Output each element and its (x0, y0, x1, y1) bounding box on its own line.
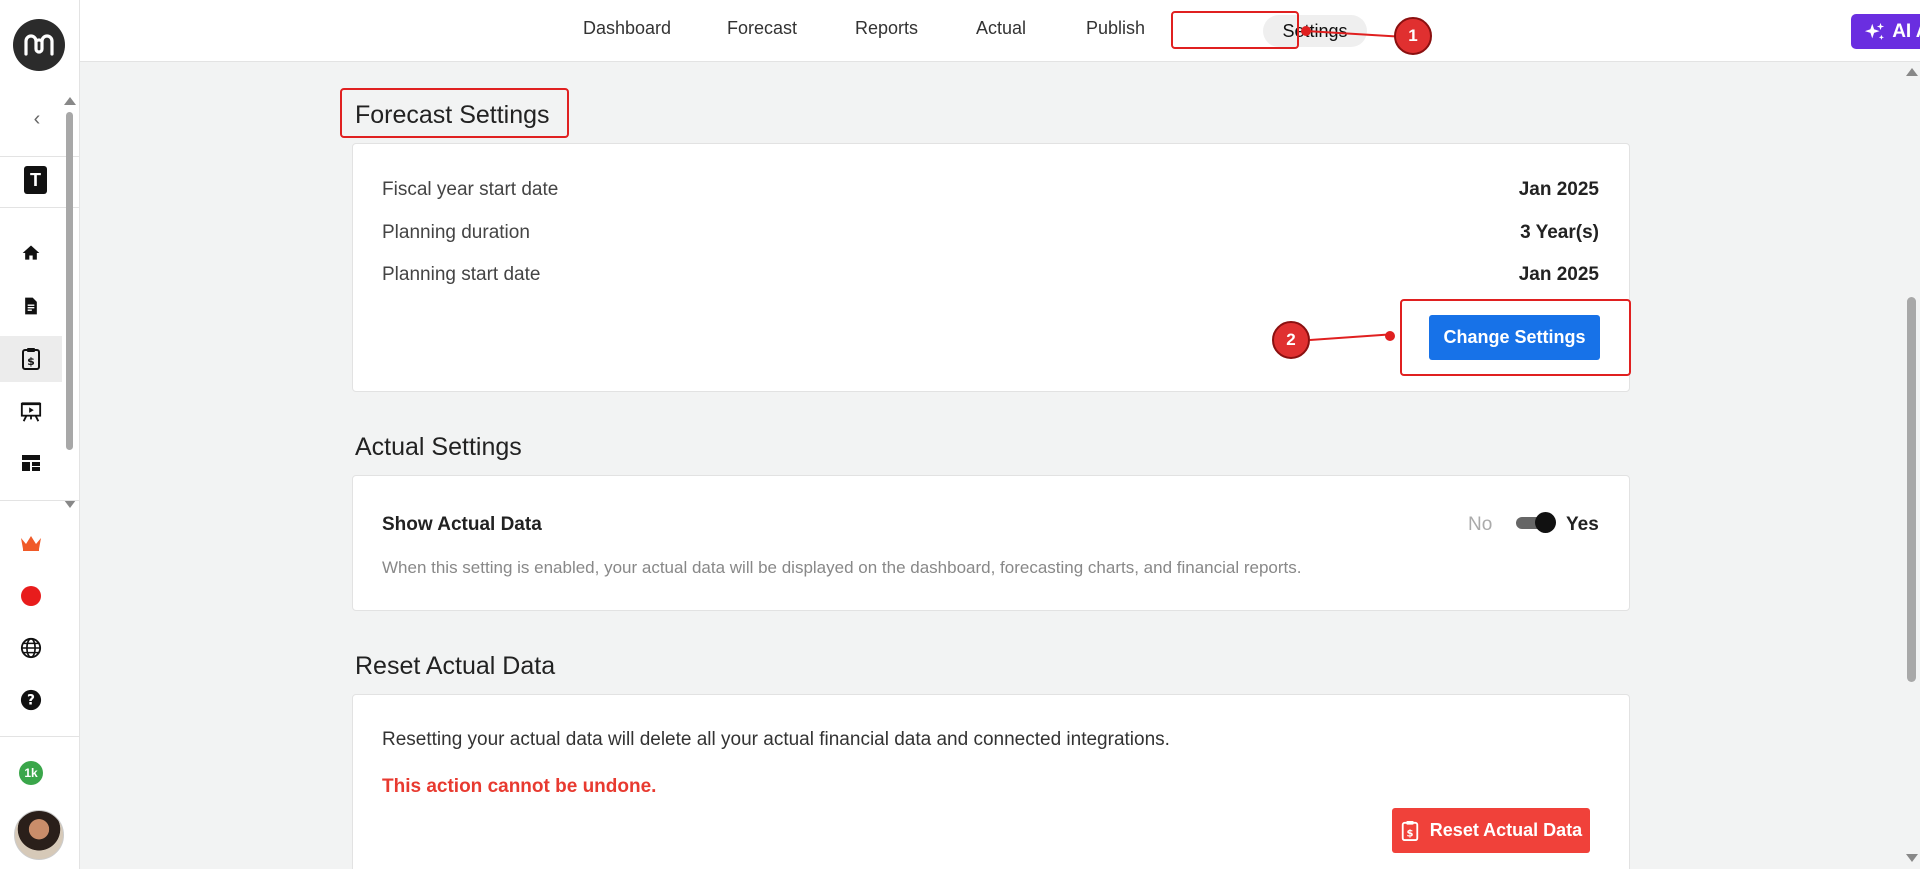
toggle-yes-label: Yes (1566, 514, 1599, 535)
sidebar-item-notifications[interactable]: 1k (0, 750, 62, 796)
sidebar-item-forecast[interactable]: $ (0, 336, 62, 382)
main-scrollbar[interactable] (1903, 62, 1920, 869)
reset-actual-data-title: Reset Actual Data (355, 652, 556, 680)
notification-count-badge: 1k (19, 761, 43, 785)
top-nav: Dashboard Forecast Reports Actual Publis… (80, 0, 1920, 62)
planning-duration-value: 3 Year(s) (1520, 222, 1599, 243)
document-icon (25, 297, 37, 315)
sidebar-item-language[interactable] (0, 625, 62, 671)
sparkle-icon (1865, 22, 1885, 40)
toggle-no-label: No (1468, 514, 1493, 535)
svg-text:?: ? (27, 693, 35, 709)
sidebar-item-upgrade[interactable] (0, 520, 62, 566)
tab-reports[interactable]: Reports (855, 18, 918, 39)
actual-settings-title: Actual Settings (355, 433, 522, 461)
tab-actual[interactable]: Actual (976, 18, 1026, 39)
ai-assist-button[interactable]: AI Assist (1851, 14, 1920, 49)
avatar[interactable] (14, 810, 64, 860)
divider (0, 736, 80, 737)
show-actual-data-description: When this setting is enabled, your actua… (382, 558, 1302, 577)
tab-publish[interactable]: Publish (1086, 18, 1145, 39)
app-logo-icon[interactable] (13, 19, 65, 71)
reset-warning: This action cannot be undone. (382, 776, 657, 797)
tab-forecast[interactable]: Forecast (727, 18, 797, 39)
sidebar-item-home[interactable] (0, 230, 62, 276)
sidebar-item-record[interactable] (0, 573, 62, 619)
svg-text:$: $ (27, 355, 35, 368)
annotation-number-2: 2 (1272, 321, 1310, 359)
show-actual-data-label: Show Actual Data (382, 514, 542, 535)
planning-start-label: Planning start date (382, 264, 541, 285)
scroll-up-icon[interactable] (1906, 68, 1918, 76)
planning-start-value: Jan 2025 (1518, 264, 1599, 285)
globe-icon (20, 637, 42, 659)
sidebar-item-dashboards[interactable] (0, 440, 62, 486)
collapse-sidebar-icon[interactable]: ‹ (26, 108, 48, 130)
planning-duration-label: Planning duration (382, 222, 530, 243)
crown-icon (21, 536, 41, 551)
change-settings-button[interactable]: Change Settings (1429, 315, 1600, 360)
divider (0, 500, 80, 501)
fiscal-year-start-label: Fiscal year start date (382, 179, 559, 200)
workspace-badge[interactable]: T (24, 166, 47, 194)
scroll-down-icon[interactable] (1906, 854, 1918, 862)
actual-settings-card: Show Actual Data No Yes When this settin… (352, 475, 1630, 611)
reset-description: Resetting your actual data will delete a… (382, 729, 1170, 750)
fiscal-year-start-value: Jan 2025 (1518, 179, 1599, 200)
presentation-icon (20, 402, 42, 422)
tab-dashboard[interactable]: Dashboard (583, 18, 671, 39)
svg-text:$: $ (1406, 828, 1413, 839)
forecast-settings-title: Forecast Settings (355, 101, 550, 129)
reset-actual-data-button[interactable]: $ Reset Actual Data (1392, 808, 1590, 853)
sidebar-scrollbar[interactable] (64, 96, 74, 506)
dollar-clipboard-icon: $ (1401, 820, 1418, 841)
sidebar: ‹ T $ ? 1k (0, 0, 80, 869)
sidebar-item-documents[interactable] (0, 283, 62, 329)
record-icon (21, 586, 41, 606)
annotation-highlight-settings (1171, 11, 1299, 49)
reset-button-label: Reset Actual Data (1429, 820, 1583, 840)
sidebar-item-presentations[interactable] (0, 389, 62, 435)
ai-assist-label: AI Assist (1892, 20, 1920, 42)
dollar-clipboard-icon: $ (22, 348, 40, 370)
sidebar-item-help[interactable]: ? (0, 677, 62, 723)
annotation-number-1: 1 (1394, 17, 1432, 55)
help-icon: ? (20, 689, 42, 711)
dashboard-icon (22, 455, 40, 471)
annotation-dot (1385, 331, 1395, 341)
show-actual-data-toggle[interactable] (1514, 510, 1558, 536)
home-icon (22, 245, 40, 260)
